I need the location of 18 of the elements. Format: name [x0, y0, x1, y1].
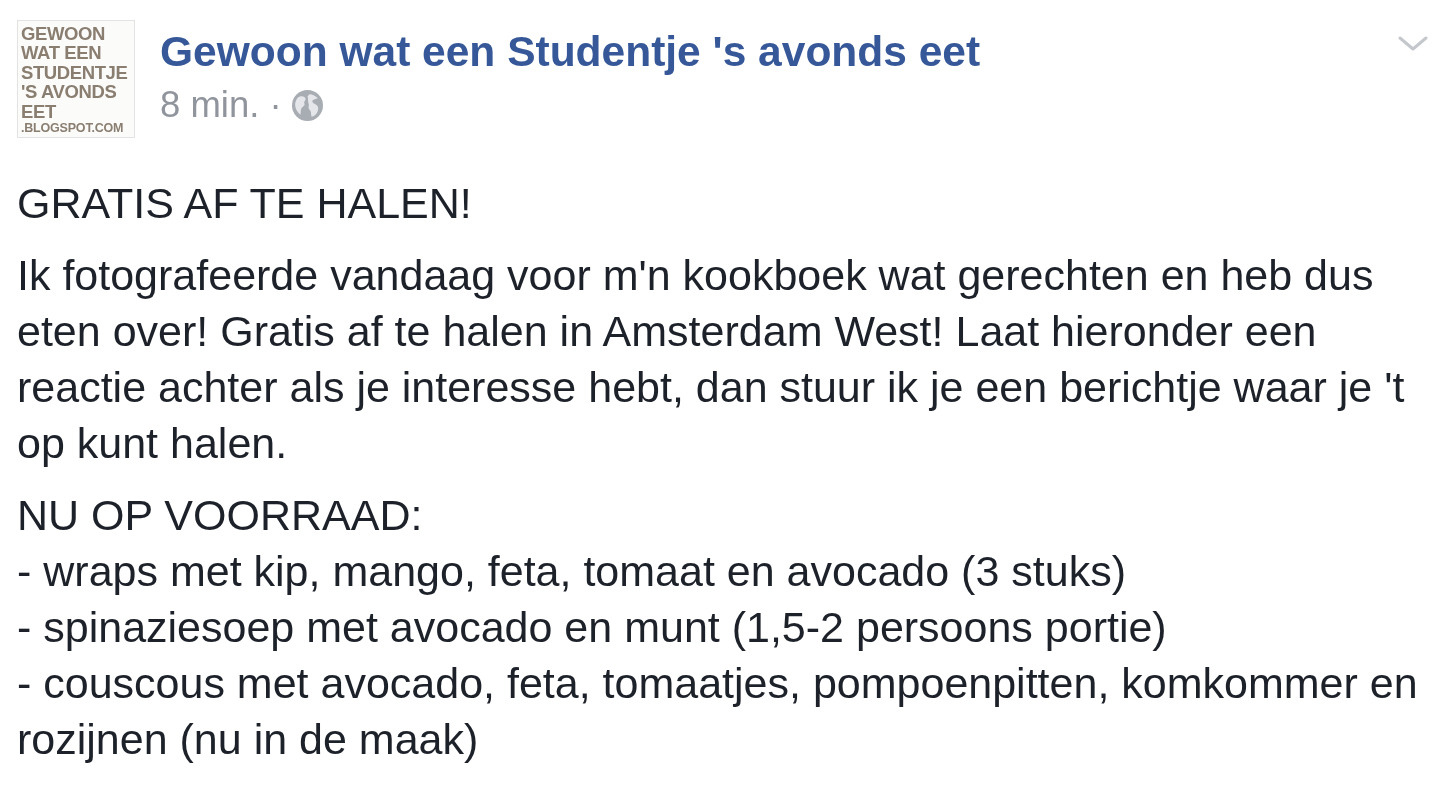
separator-dot: · — [269, 85, 282, 125]
post-text: NU OP VOORRAAD: — [17, 490, 424, 541]
globe-icon[interactable] — [291, 89, 323, 121]
post-text: - couscous met avocado, feta, tomaatjes, pompoenpitten, komkommer en rozijnen (nu in de maak) — [17, 658, 1419, 765]
post-time-link[interactable]: 8 min. — [160, 85, 260, 125]
logo-text: STUDENTJE — [21, 62, 128, 83]
logo-text: WAT EEN — [21, 43, 102, 63]
chevron-down-icon[interactable] — [1398, 36, 1428, 51]
logo-text: .BLOGSPOT.COM — [21, 121, 124, 137]
post-text: Ik fotografeerde vandaag voor m'n kookboek wat gerechten en heb dus eten over! Gratis af te halen in Amsterdam West! Laat hieronder een reactie achter als je interesse hebt, dan stuur ik je een berichtje waar je 't op kunt halen. — [17, 250, 1406, 469]
blog-logo[interactable]: GEWOON WAT EEN STUDENTJE 'S AVONDS EET .BLOGSPOT.COM — [17, 20, 135, 138]
page-name-link[interactable]: Gewoon wat een Studentje 's avonds eet — [160, 28, 981, 76]
logo-text: EET — [21, 101, 56, 122]
logo-text: GEWOON — [21, 24, 105, 44]
logo-text: 'S AVONDS — [21, 82, 117, 102]
post-text: - wraps met kip, mango, feta, tomaat en avocado (3 stuks) — [17, 546, 1127, 597]
post-text: GRATIS AF TE HALEN! — [17, 178, 473, 229]
post-text: - spinaziesoep met avocado en munt (1,5-2 persoons portie) — [17, 602, 1168, 653]
